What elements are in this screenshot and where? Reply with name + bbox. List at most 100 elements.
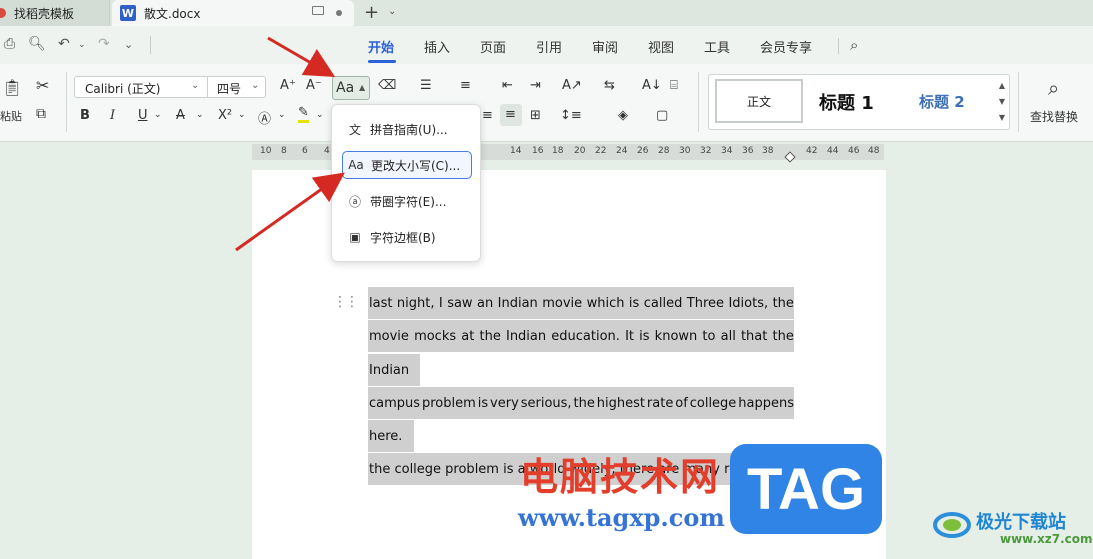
word: night, <box>396 295 435 311</box>
text-effect-icon[interactable]: Ⓐ <box>258 108 271 127</box>
menu-item-pinyin-guide[interactable]: 文 拼音指南(U)... <box>342 115 472 143</box>
chevron-down-icon[interactable]: ⌄ <box>154 110 162 120</box>
decrease-indent-icon[interactable]: ⇤ <box>502 78 513 93</box>
paste-label[interactable]: 粘贴 <box>0 108 22 124</box>
ruler-tick-label: 10 <box>260 146 272 156</box>
chevron-down-icon[interactable]: ⌄ <box>196 110 204 120</box>
menu-membership[interactable]: 会员专享 <box>760 37 812 56</box>
menu-home[interactable]: 开始 <box>368 37 394 56</box>
redo-icon[interactable]: ↷ <box>98 36 110 52</box>
ruler-tick-label: 38 <box>762 146 774 156</box>
bold-button[interactable]: B <box>80 108 90 123</box>
chevron-down-icon[interactable]: ⌄ <box>388 6 396 17</box>
copy-icon[interactable]: ⧉ <box>36 106 46 122</box>
tab-document[interactable]: W 散文.docx <box>112 0 354 26</box>
menu-review[interactable]: 审阅 <box>592 37 618 56</box>
ruler-tick-label: 32 <box>700 146 712 156</box>
text-line[interactable]: last night, Isaw an Indian movie which is called… <box>368 287 794 319</box>
change-case-button[interactable]: Aa ▲ <box>332 76 370 100</box>
highlight-icon[interactable]: ✎ <box>298 106 309 123</box>
bullet-list-icon[interactable]: ☰ <box>420 78 432 93</box>
tab-label: 找稻壳模板 <box>14 6 75 21</box>
word: education. <box>551 328 620 344</box>
menu-insert[interactable]: 插入 <box>424 37 450 56</box>
distribute-icon[interactable]: ⊞ <box>530 108 541 123</box>
word: an <box>477 295 494 311</box>
shading-icon[interactable]: ◈ <box>618 108 628 123</box>
screen-icon[interactable] <box>312 6 324 15</box>
menu-item-label: 更改大小写(C)... <box>371 158 461 173</box>
ruler-tick-label: 30 <box>679 146 691 156</box>
numbered-list-icon[interactable]: ≡ <box>460 78 471 93</box>
line-spacing-icon[interactable]: ↕≡ <box>560 108 582 123</box>
menu-view[interactable]: 视图 <box>648 37 674 56</box>
menu-tools[interactable]: 工具 <box>704 37 730 56</box>
find-icon[interactable]: ⌕ <box>1048 76 1059 100</box>
docer-logo-icon <box>0 8 6 18</box>
drag-handle-icon[interactable]: ⋮⋮ <box>333 294 359 310</box>
chevron-down-icon[interactable]: ⌄ <box>78 40 86 50</box>
justify-icon[interactable]: ≡ <box>500 104 522 126</box>
scroll-up-icon[interactable]: ▲ <box>999 81 1005 90</box>
text-line[interactable]: campus problem is very serious, the highest rat… <box>368 387 794 419</box>
style-normal[interactable]: 正文 <box>715 79 803 123</box>
ruler-tick-label: 26 <box>637 146 649 156</box>
pinyin-guide-icon: 文 <box>348 122 361 137</box>
text-line[interactable]: Indian <box>368 354 420 386</box>
new-tab-plus-icon[interactable]: + <box>364 2 379 23</box>
right-indent-marker[interactable] <box>784 151 796 163</box>
undo-icon[interactable]: ↶ <box>58 36 70 52</box>
chevron-down-icon[interactable]: ⌄ <box>238 110 246 120</box>
clear-format-icon[interactable]: ⌫ <box>378 78 396 93</box>
print-preview-icon[interactable]: 🔍︎ <box>28 36 46 52</box>
border-icon[interactable]: ▢ <box>656 108 668 123</box>
word: problem <box>421 395 476 411</box>
scroll-down-icon[interactable]: ▼ <box>999 97 1005 106</box>
word: Idiots, <box>728 295 769 311</box>
more-chevron-icon[interactable]: ⌄ <box>124 38 133 51</box>
text-direction-icon[interactable]: A↗ <box>562 78 582 93</box>
expand-styles-icon[interactable]: ▼ <box>999 113 1005 122</box>
ruler-tick-label: 46 <box>848 146 860 156</box>
shrink-font-icon[interactable]: A⁻ <box>306 78 322 93</box>
divider <box>838 38 839 54</box>
word: the <box>479 328 501 344</box>
italic-button[interactable]: I <box>110 108 115 123</box>
increase-indent-icon[interactable]: ⇥ <box>530 78 541 93</box>
paste-icon[interactable]: 📋︎ <box>2 78 22 97</box>
show-marks-icon[interactable]: ⌸ <box>670 78 678 93</box>
style-heading-2[interactable]: 标题 2 <box>919 91 965 112</box>
style-heading-1[interactable]: 标题 1 <box>819 89 874 115</box>
unsaved-dot-icon[interactable] <box>336 10 342 16</box>
change-case-icon: Aa <box>348 158 364 172</box>
ruler-tick-label: 28 <box>658 146 670 156</box>
cut-icon[interactable]: ✂ <box>36 76 49 95</box>
title-bar: 找稻壳模板 W 散文.docx + ⌄ <box>0 0 1093 26</box>
chevron-down-icon[interactable]: ⌄ <box>316 110 324 120</box>
word: to <box>702 328 716 344</box>
align-right-icon[interactable]: ≡ <box>482 108 493 123</box>
print-icon[interactable]: ⎙ <box>4 36 15 52</box>
text-line[interactable]: movie mocks at the Indian education. It is known… <box>368 320 794 352</box>
font-name-select[interactable]: Calibri (正文) ⌄ 四号 ⌄ <box>74 76 266 98</box>
superscript-icon[interactable]: X² <box>218 108 232 123</box>
swap-icon[interactable]: ⇆ <box>604 78 615 93</box>
menu-item-enclosed-characters[interactable]: ⓐ 带圈字符(E)... <box>342 187 472 215</box>
underline-button[interactable]: U <box>138 108 148 123</box>
search-icon[interactable]: ⌕ <box>850 36 858 54</box>
tab-template-store[interactable]: 找稻壳模板 <box>0 0 110 26</box>
sort-icon[interactable]: A↓ <box>642 78 662 93</box>
find-replace-button[interactable]: 查找替换 <box>1030 108 1078 125</box>
menu-item-character-border[interactable]: ▣ 字符边框(B) <box>342 223 472 251</box>
menu-item-change-case[interactable]: Aa 更改大小写(C)... <box>342 151 472 179</box>
menu-page[interactable]: 页面 <box>480 37 506 56</box>
menu-bar: ⎙ 🔍︎ ↶ ⌄ ↷ ⌄ 开始 插入 页面 引用 审阅 视图 工具 会员专享 ⌕ <box>0 26 1093 64</box>
strikethrough-icon[interactable]: A <box>176 108 185 123</box>
watermark-site-url: www.xz7.com <box>1000 532 1093 546</box>
menu-references[interactable]: 引用 <box>536 37 562 56</box>
grow-font-icon[interactable]: A⁺ <box>280 78 296 93</box>
text-line[interactable]: here. <box>368 420 414 452</box>
word: is <box>477 395 489 411</box>
word: movie <box>542 295 583 311</box>
chevron-down-icon[interactable]: ⌄ <box>278 110 286 120</box>
